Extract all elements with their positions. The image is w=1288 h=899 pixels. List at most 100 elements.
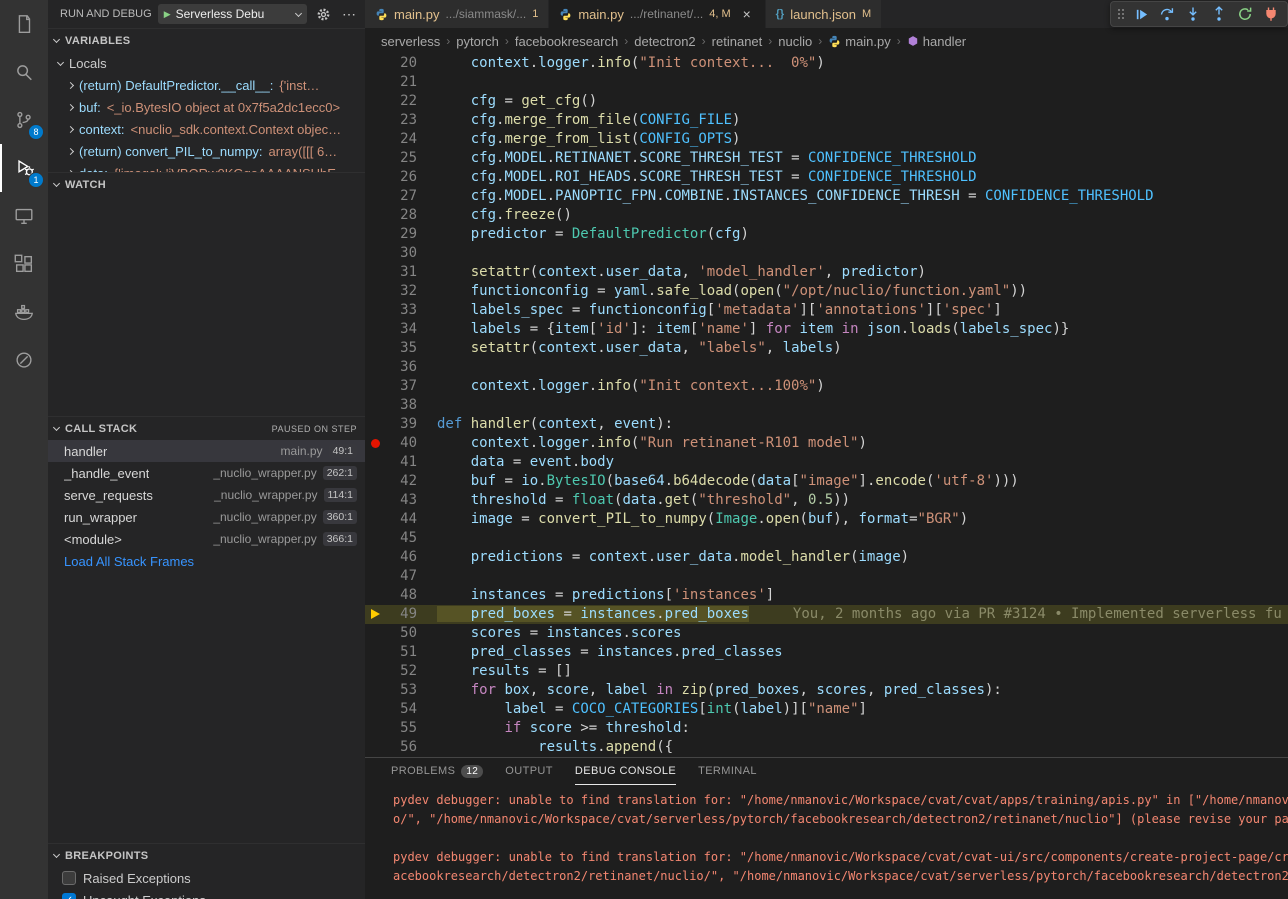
panel-tab-problems[interactable]: PROBLEMS12 [391, 758, 483, 785]
variables-section-header[interactable]: VARIABLES [48, 28, 365, 52]
call-stack-section-header[interactable]: CALL STACK PAUSED ON STEP [48, 416, 365, 440]
glyph-margin[interactable] [365, 643, 387, 662]
watch-section-header[interactable]: WATCH [48, 172, 365, 196]
disconnect-button[interactable] [1259, 2, 1283, 26]
scope-locals[interactable]: Locals [48, 52, 365, 74]
glyph-margin[interactable] [365, 263, 387, 282]
glyph-margin[interactable] [365, 491, 387, 510]
glyph-margin[interactable] [365, 396, 387, 415]
code-line[interactable]: 21 [365, 73, 1288, 92]
glyph-margin[interactable] [365, 282, 387, 301]
code-line[interactable]: 23 cfg.merge_from_file(CONFIG_FILE) [365, 111, 1288, 130]
breakpoint-row[interactable]: Raised Exceptions [48, 867, 365, 889]
glyph-margin[interactable] [365, 149, 387, 168]
variable-row[interactable]: (return) convert_PIL_to_numpy:array([[[ … [48, 140, 365, 162]
step-out-button[interactable] [1207, 2, 1231, 26]
code-line[interactable]: 45 [365, 529, 1288, 548]
activity-item-search[interactable] [0, 48, 48, 96]
glyph-margin[interactable] [365, 130, 387, 149]
code-line[interactable]: 25 cfg.MODEL.RETINANET.SCORE_THRESH_TEST… [365, 149, 1288, 168]
code-line[interactable]: 39def handler(context, event): [365, 415, 1288, 434]
editor-tab[interactable]: {}launch.jsonM [766, 0, 883, 28]
code-line[interactable]: 28 cfg.freeze() [365, 206, 1288, 225]
glyph-margin[interactable] [365, 301, 387, 320]
breadcrumb-item[interactable]: facebookresearch [515, 34, 618, 49]
activity-item-docker[interactable] [0, 288, 48, 336]
activity-item-status-circle[interactable] [0, 336, 48, 384]
code-line[interactable]: 24 cfg.merge_from_list(CONFIG_OPTS) [365, 130, 1288, 149]
glyph-margin[interactable] [365, 529, 387, 548]
breadcrumb-item[interactable]: nuclio [778, 34, 812, 49]
breakpoint-row[interactable]: ✓Uncaught Exceptions [48, 889, 365, 899]
glyph-margin[interactable] [365, 662, 387, 681]
code-line[interactable]: 26 cfg.MODEL.ROI_HEADS.SCORE_THRESH_TEST… [365, 168, 1288, 187]
code-line[interactable]: 31 setattr(context.user_data, 'model_han… [365, 263, 1288, 282]
code-editor[interactable]: 20 context.logger.info("Init context... … [365, 54, 1288, 757]
glyph-margin[interactable] [365, 244, 387, 263]
stack-frame[interactable]: _handle_event_nuclio_wrapper.py262:1 [48, 462, 365, 484]
activity-item-remote[interactable] [0, 192, 48, 240]
breakpoints-section-header[interactable]: BREAKPOINTS [48, 843, 365, 867]
code-line[interactable]: 52 results = [] [365, 662, 1288, 681]
breadcrumb-item[interactable]: retinanet [712, 34, 763, 49]
glyph-margin[interactable] [365, 681, 387, 700]
glyph-margin[interactable] [365, 92, 387, 111]
settings-gear-icon[interactable] [313, 4, 333, 24]
breadcrumb-item[interactable]: detectron2 [634, 34, 695, 49]
stack-frame[interactable]: run_wrapper_nuclio_wrapper.py360:1 [48, 506, 365, 528]
code-line[interactable]: 44 image = convert_PIL_to_numpy(Image.op… [365, 510, 1288, 529]
code-line[interactable]: 46 predictions = context.user_data.model… [365, 548, 1288, 567]
code-line[interactable]: 33 labels_spec = functionconfig['metadat… [365, 301, 1288, 320]
load-all-stack-frames-link[interactable]: Load All Stack Frames [48, 550, 365, 572]
activity-item-debug[interactable]: 1 [0, 144, 48, 192]
activity-item-explorer[interactable] [0, 0, 48, 48]
glyph-margin[interactable] [365, 187, 387, 206]
step-into-button[interactable] [1181, 2, 1205, 26]
breadcrumb-item[interactable]: pytorch [456, 34, 499, 49]
checkbox[interactable] [62, 871, 76, 885]
code-line[interactable]: 53 for box, score, label in zip(pred_box… [365, 681, 1288, 700]
glyph-margin[interactable] [365, 510, 387, 529]
glyph-margin[interactable] [365, 111, 387, 130]
breadcrumb-item[interactable]: serverless [381, 34, 440, 49]
glyph-margin[interactable] [365, 225, 387, 244]
glyph-margin[interactable] [365, 738, 387, 757]
glyph-margin[interactable] [365, 472, 387, 491]
code-line[interactable]: 20 context.logger.info("Init context... … [365, 54, 1288, 73]
code-line[interactable]: 37 context.logger.info("Init context...1… [365, 377, 1288, 396]
glyph-margin[interactable] [365, 377, 387, 396]
variable-row[interactable]: (return) DefaultPredictor.__call__:{'ins… [48, 74, 365, 96]
breakpoint-glyph[interactable] [365, 434, 387, 453]
breadcrumb-item[interactable]: main.py [828, 34, 891, 49]
glyph-margin[interactable] [365, 453, 387, 472]
variable-row[interactable]: context:<nuclio_sdk.context.Context obje… [48, 118, 365, 140]
code-line[interactable]: 55 if score >= threshold: [365, 719, 1288, 738]
glyph-margin[interactable] [365, 168, 387, 187]
code-line[interactable]: 36 [365, 358, 1288, 377]
activity-item-extensions[interactable] [0, 240, 48, 288]
code-line[interactable]: 51 pred_classes = instances.pred_classes [365, 643, 1288, 662]
glyph-margin[interactable] [365, 339, 387, 358]
code-line[interactable]: 43 threshold = float(data.get("threshold… [365, 491, 1288, 510]
panel-tab-terminal[interactable]: TERMINAL [698, 758, 757, 785]
code-line[interactable]: 40 context.logger.info("Run retinanet-R1… [365, 434, 1288, 453]
code-line[interactable]: 27 cfg.MODEL.PANOPTIC_FPN.COMBINE.INSTAN… [365, 187, 1288, 206]
code-line[interactable]: 56 results.append({ [365, 738, 1288, 757]
variable-row[interactable]: buf:<_io.BytesIO object at 0x7f5a2dc1ecc… [48, 96, 365, 118]
code-line[interactable]: 41 data = event.body [365, 453, 1288, 472]
glyph-margin[interactable] [365, 206, 387, 225]
debug-console-output[interactable]: pydev debugger: unable to find translati… [365, 785, 1288, 899]
glyph-margin[interactable] [365, 54, 387, 73]
code-line[interactable]: 50 scores = instances.scores [365, 624, 1288, 643]
breadcrumb-item[interactable]: handler [907, 34, 966, 49]
glyph-margin[interactable] [365, 548, 387, 567]
editor-tab[interactable]: main.py.../retinanet/...4, M× [549, 0, 765, 28]
activity-item-source-control[interactable]: 8 [0, 96, 48, 144]
code-line[interactable]: 38 [365, 396, 1288, 415]
glyph-margin[interactable] [365, 358, 387, 377]
continue-button[interactable] [1129, 2, 1153, 26]
code-line[interactable]: 35 setattr(context.user_data, "labels", … [365, 339, 1288, 358]
panel-tab-debug-console[interactable]: DEBUG CONSOLE [575, 758, 676, 785]
code-line[interactable]: 22 cfg = get_cfg() [365, 92, 1288, 111]
glyph-margin[interactable] [365, 700, 387, 719]
